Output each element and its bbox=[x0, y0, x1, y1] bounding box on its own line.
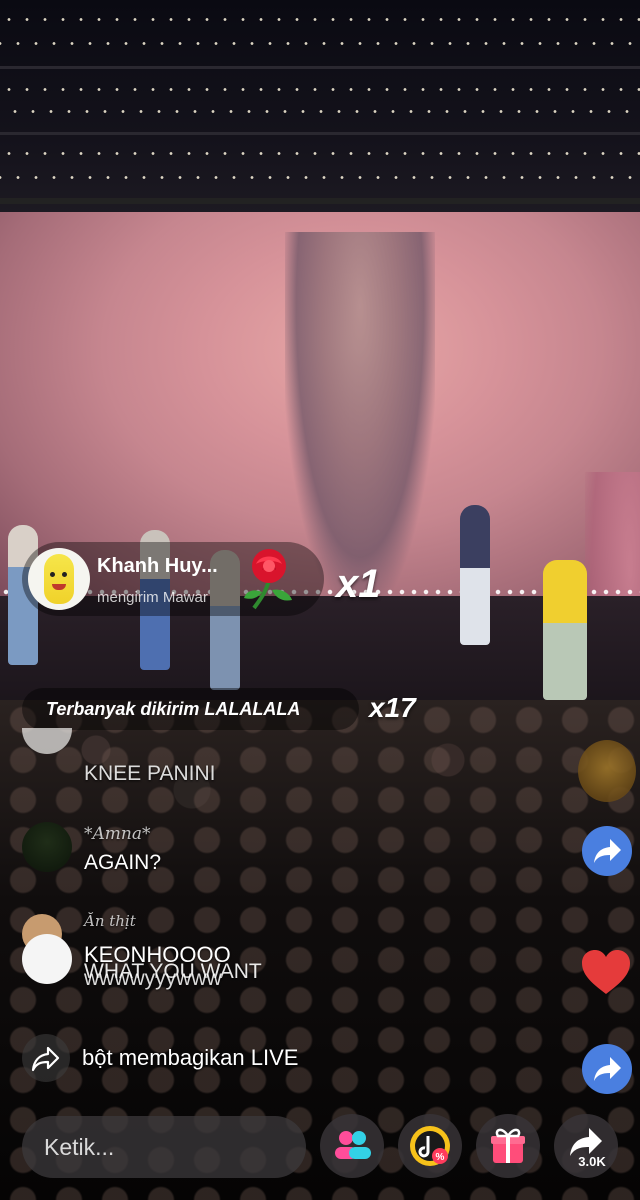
avatar[interactable] bbox=[22, 728, 72, 754]
share-button[interactable] bbox=[582, 1044, 632, 1094]
heart-icon[interactable] bbox=[580, 948, 632, 996]
users-icon bbox=[335, 1131, 371, 1159]
comment-username: *Amna* bbox=[84, 824, 151, 844]
top-gift-count: x17 bbox=[369, 692, 416, 723]
svg-text:%: % bbox=[436, 1152, 445, 1163]
gift-button[interactable] bbox=[476, 1114, 540, 1178]
sender-avatar[interactable] bbox=[28, 548, 90, 610]
share-notice-icon bbox=[22, 1034, 70, 1082]
coupon-icon: % bbox=[410, 1126, 450, 1166]
multi-guest-button[interactable] bbox=[320, 1114, 384, 1178]
comment-text: AGAIN? bbox=[84, 851, 162, 874]
share-button[interactable] bbox=[582, 826, 632, 876]
avatar[interactable] bbox=[22, 934, 72, 984]
avatar[interactable] bbox=[22, 822, 72, 872]
promo-button[interactable]: % bbox=[398, 1114, 462, 1178]
comment-input[interactable]: Ketik... bbox=[22, 1116, 306, 1178]
comment-text: KNEE PANINI bbox=[84, 762, 216, 785]
gift-count: x1 bbox=[336, 562, 381, 606]
gift-action-text: mengirim Mawar bbox=[97, 589, 208, 606]
share-count: 3.0K bbox=[578, 1154, 606, 1169]
share-notice-text: bột membagikan LIVE bbox=[82, 1045, 299, 1070]
coin-icon[interactable] bbox=[578, 740, 636, 802]
comment-input-placeholder: Ketik... bbox=[44, 1134, 115, 1160]
comment-username: Ăn thịt bbox=[84, 912, 136, 930]
comment-text: wwwwyyywww bbox=[84, 967, 222, 990]
gift-icon bbox=[491, 1128, 525, 1163]
gift-sender-name: Khanh Huy... bbox=[97, 555, 218, 577]
rose-icon bbox=[244, 549, 292, 610]
top-gift-banner: Terbanyak dikirim LALALALA bbox=[22, 688, 359, 730]
top-gift-text: Terbanyak dikirim LALALALA bbox=[46, 699, 301, 719]
